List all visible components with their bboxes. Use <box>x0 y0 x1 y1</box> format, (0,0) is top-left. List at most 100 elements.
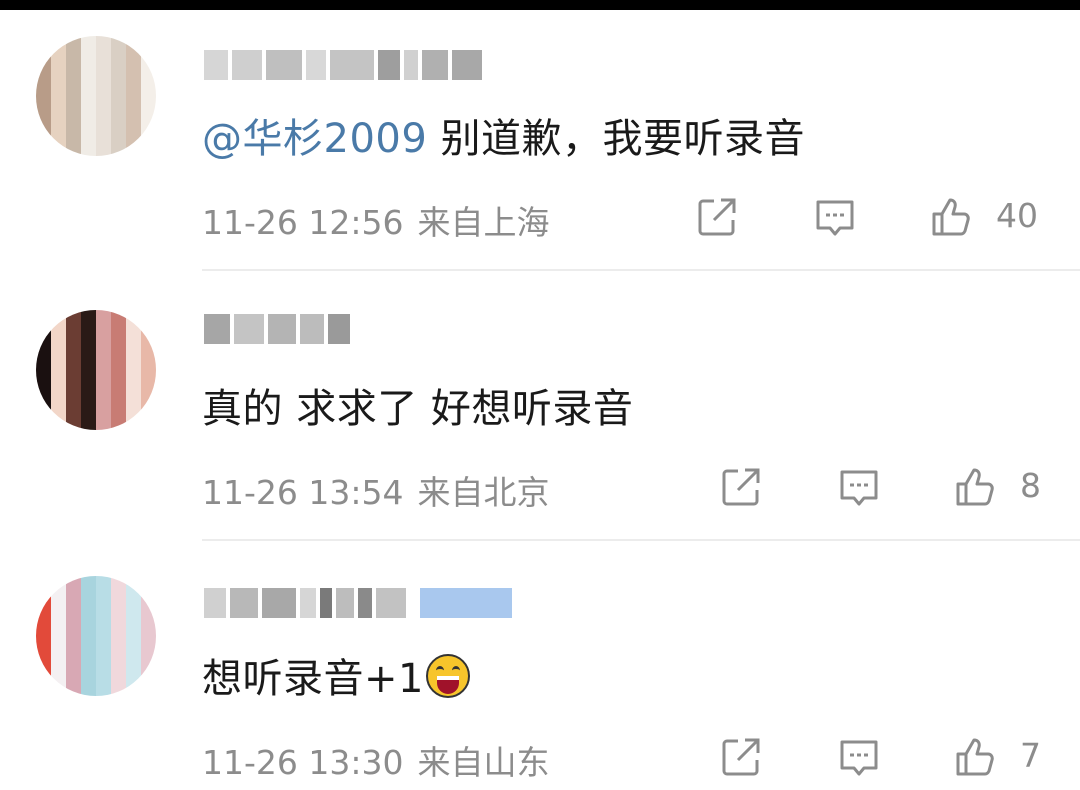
avatar-pixel <box>126 651 141 666</box>
avatar-pixel <box>141 576 156 591</box>
comment-icon[interactable] <box>836 734 882 780</box>
avatar-pixel <box>126 666 141 681</box>
comment-text: 真的 求求了 好想听录音 <box>202 376 633 434</box>
avatar-pixel <box>141 325 156 340</box>
avatar-pixel <box>51 36 66 51</box>
thumbs-up-icon[interactable] <box>952 464 998 510</box>
avatar-pixel <box>111 340 126 355</box>
avatar-pixel <box>66 355 81 370</box>
share-icon[interactable] <box>718 734 764 780</box>
comment-time: 11-26 13:54 <box>202 473 404 512</box>
avatar-pixel <box>126 66 141 81</box>
avatar-pixel <box>66 310 81 325</box>
avatar-pixel <box>81 621 96 636</box>
avatar-pixel <box>81 591 96 606</box>
avatar-pixel <box>96 681 111 696</box>
avatar-pixel <box>111 66 126 81</box>
avatar-pixel <box>141 111 156 126</box>
avatar-pixel <box>66 141 81 156</box>
avatar[interactable] <box>36 36 156 156</box>
avatar-pixel <box>36 666 51 681</box>
status-bar-edge <box>0 0 1080 10</box>
avatar-pixel <box>126 126 141 141</box>
avatar-pixel <box>111 51 126 66</box>
avatar-pixel <box>126 576 141 591</box>
avatar-pixel <box>126 310 141 325</box>
avatar-pixel <box>81 141 96 156</box>
avatar-pixel <box>96 370 111 385</box>
thumbs-up-icon[interactable] <box>952 734 998 780</box>
avatar-pixel <box>36 591 51 606</box>
share-icon[interactable] <box>694 194 740 240</box>
avatar-pixel <box>126 81 141 96</box>
avatar-pixel <box>126 51 141 66</box>
avatar[interactable] <box>36 576 156 696</box>
avatar-pixel <box>81 355 96 370</box>
avatar-pixel <box>36 51 51 66</box>
avatar-pixel <box>111 400 126 415</box>
avatar-pixel <box>111 591 126 606</box>
avatar-pixel <box>141 681 156 696</box>
avatar-pixel <box>36 385 51 400</box>
avatar-pixel <box>141 400 156 415</box>
avatar-pixel <box>51 621 66 636</box>
thumbs-up-icon[interactable] <box>928 194 974 240</box>
avatar[interactable] <box>36 310 156 430</box>
avatar-pixel <box>36 606 51 621</box>
avatar-pixel <box>81 681 96 696</box>
avatar-pixel <box>111 325 126 340</box>
avatar-pixel <box>111 96 126 111</box>
avatar-pixel <box>81 651 96 666</box>
avatar-pixel <box>51 666 66 681</box>
comment-meta: 11-26 13:54 来自北京 <box>202 466 549 514</box>
avatar-pixel <box>36 126 51 141</box>
comment-text: @华杉2009 别道歉，我要听录音 <box>202 106 805 164</box>
comment-time: 11-26 13:30 <box>202 743 404 782</box>
avatar-pixel <box>81 66 96 81</box>
avatar-pixel <box>96 666 111 681</box>
username-blurred[interactable] <box>204 586 512 620</box>
comment-body: 想听录音+1 <box>202 656 424 702</box>
avatar-pixel <box>96 96 111 111</box>
avatar-pixel <box>51 66 66 81</box>
like-count: 7 <box>1020 736 1041 775</box>
avatar-pixel <box>51 370 66 385</box>
avatar-pixel <box>126 370 141 385</box>
avatar-pixel <box>126 606 141 621</box>
avatar-pixel <box>141 370 156 385</box>
avatar-pixel <box>81 576 96 591</box>
avatar-pixel <box>51 681 66 696</box>
avatar-pixel <box>111 651 126 666</box>
avatar-pixel <box>66 636 81 651</box>
like-count: 8 <box>1020 466 1041 505</box>
avatar-pixel <box>96 126 111 141</box>
avatar-pixel <box>66 621 81 636</box>
avatar-pixel <box>66 400 81 415</box>
avatar-pixel <box>66 651 81 666</box>
avatar-pixel <box>141 126 156 141</box>
avatar-pixel <box>36 400 51 415</box>
avatar-pixel <box>141 606 156 621</box>
avatar-pixel <box>51 576 66 591</box>
avatar-pixel <box>111 576 126 591</box>
avatar-pixel <box>81 340 96 355</box>
avatar-pixel <box>51 385 66 400</box>
avatar-pixel <box>96 325 111 340</box>
share-icon[interactable] <box>718 464 764 510</box>
mention-link[interactable]: @华杉2009 <box>202 116 427 162</box>
avatar-pixel <box>36 310 51 325</box>
avatar-pixel <box>36 355 51 370</box>
avatar-pixel <box>81 310 96 325</box>
avatar-pixel <box>36 681 51 696</box>
avatar-pixel <box>81 415 96 430</box>
username-blurred[interactable] <box>204 48 482 82</box>
avatar-pixel <box>51 126 66 141</box>
avatar-pixel <box>111 81 126 96</box>
comment-icon[interactable] <box>812 194 858 240</box>
comment-icon[interactable] <box>836 464 882 510</box>
username-blurred[interactable] <box>204 312 350 346</box>
avatar-pixel <box>51 111 66 126</box>
divider <box>202 539 1080 541</box>
avatar-pixel <box>36 621 51 636</box>
avatar-pixel <box>81 606 96 621</box>
